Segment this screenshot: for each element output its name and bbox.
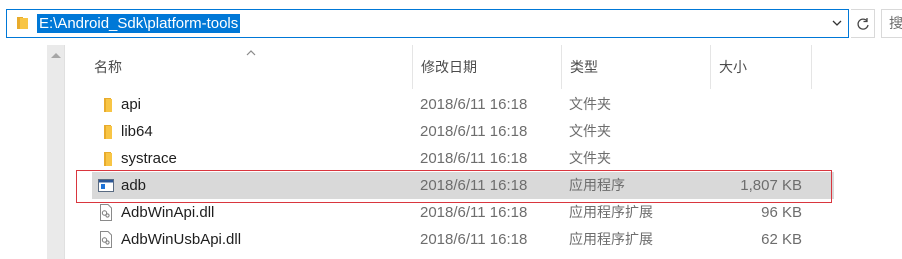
file-type: 应用程序扩展	[569, 204, 653, 220]
file-type: 文件夹	[569, 96, 611, 112]
file-row[interactable]: api 2018/6/11 16:18 文件夹	[92, 91, 834, 118]
file-row[interactable]: systrace 2018/6/11 16:18 文件夹	[92, 145, 834, 172]
file-name: lib64	[121, 123, 153, 140]
file-name: systrace	[121, 150, 177, 167]
folder-icon	[17, 17, 28, 29]
file-name: AdbWinUsbApi.dll	[121, 231, 242, 248]
file-date: 2018/6/11 16:18	[420, 123, 528, 140]
file-name: api	[121, 96, 142, 113]
file-size: 62 KB	[761, 231, 802, 248]
file-date: 2018/6/11 16:18	[420, 204, 528, 221]
file-type: 应用程序	[569, 177, 625, 193]
column-header-type[interactable]: 类型	[562, 45, 711, 89]
file-type: 应用程序扩展	[569, 231, 653, 247]
folder-icon	[104, 98, 112, 112]
dll-file-icon	[100, 204, 112, 221]
file-name: adb	[121, 177, 147, 194]
navigation-pane-scrollbar[interactable]	[47, 45, 65, 259]
address-path[interactable]: E:\Android_Sdk\platform-tools	[37, 14, 241, 33]
dll-file-icon	[100, 231, 112, 248]
address-bar[interactable]: E:\Android_Sdk\platform-tools	[6, 9, 849, 38]
file-date: 2018/6/11 16:18	[420, 231, 528, 248]
search-input[interactable]: 搜	[881, 9, 902, 38]
chevron-down-icon[interactable]	[830, 16, 844, 30]
refresh-icon	[856, 17, 869, 30]
file-date: 2018/6/11 16:18	[420, 177, 528, 194]
file-row[interactable]: AdbWinUsbApi.dll 2018/6/11 16:18 应用程序扩展 …	[92, 226, 834, 253]
file-type: 文件夹	[569, 150, 611, 166]
file-date: 2018/6/11 16:18	[420, 96, 528, 113]
refresh-button[interactable]	[851, 9, 875, 38]
folder-icon	[104, 125, 112, 139]
column-header-date-modified[interactable]: 修改日期	[413, 45, 562, 89]
file-row[interactable]: lib64 2018/6/11 16:18 文件夹	[92, 118, 834, 145]
scroll-up-arrow-icon[interactable]	[51, 53, 61, 58]
file-row[interactable]: AdbWinApi.dll 2018/6/11 16:18 应用程序扩展 96 …	[92, 199, 834, 226]
file-size: 1,807 KB	[740, 177, 802, 194]
folder-icon	[104, 152, 112, 166]
navigation-pane	[0, 0, 47, 259]
application-icon	[98, 179, 114, 192]
column-header-name[interactable]: 名称	[86, 45, 413, 89]
file-type: 文件夹	[569, 123, 611, 139]
file-name: AdbWinApi.dll	[121, 204, 215, 221]
column-header-size[interactable]: 大小	[711, 45, 812, 89]
file-row-selected[interactable]: adb 2018/6/11 16:18 应用程序 1,807 KB	[92, 172, 834, 199]
file-date: 2018/6/11 16:18	[420, 150, 528, 167]
column-header: 名称 修改日期 类型 大小	[66, 45, 836, 89]
file-size: 96 KB	[761, 204, 802, 221]
